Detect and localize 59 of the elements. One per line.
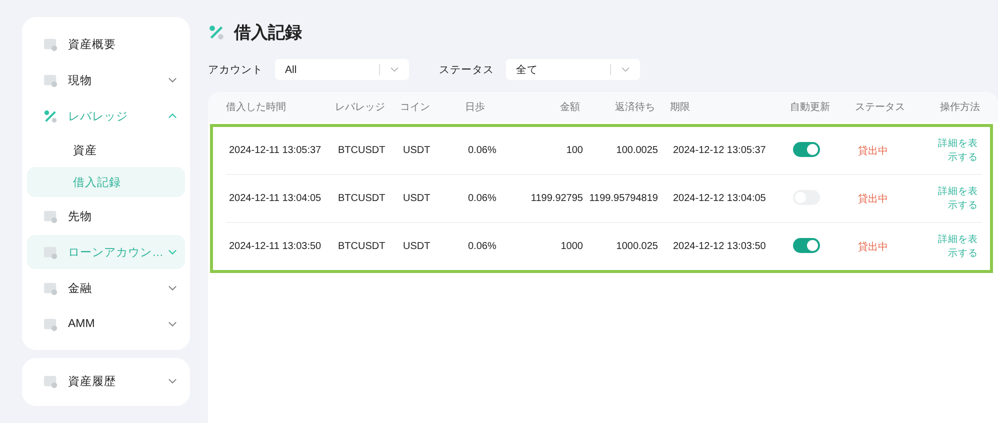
filter-dropdown[interactable]: All: [275, 59, 409, 80]
table-cell-text: 1199.92795: [530, 193, 583, 204]
table-cell-text: USDT: [403, 145, 432, 156]
menu-item-icon: [43, 36, 58, 52]
table-cell-text: USDT: [403, 193, 432, 204]
menu-item-icon: [43, 280, 58, 296]
filter-label: アカウント: [208, 62, 263, 76]
table-cell-text: 100.0025: [615, 145, 658, 156]
table-cell-text: 2024-12-11 13:03:50: [228, 241, 322, 252]
menu-item-icon: [43, 244, 58, 260]
status-text: 貸出中: [858, 192, 889, 206]
menu-item-icon: [43, 374, 58, 388]
chevron-icon: [621, 67, 630, 72]
menu-item-icon: [43, 316, 58, 332]
table-cell-text: 2024-12-12 13:04:05: [672, 193, 767, 204]
chevron-icon: [390, 67, 399, 72]
table-cell-text: BTCUSDT: [338, 241, 386, 252]
column-header: 借入した時間: [225, 100, 287, 114]
table-cell-text: 0.06%: [468, 193, 498, 204]
filter-dropdown[interactable]: 全て: [506, 59, 640, 80]
page-title: 借入記録: [234, 22, 302, 44]
column-header: 自動更新: [790, 100, 831, 114]
percent-icon: [208, 24, 225, 40]
table-cell-text: 1199.95794819: [588, 193, 658, 204]
column-header: 日歩: [465, 100, 486, 114]
sidebar-item[interactable]: AMM: [27, 307, 185, 341]
table-cell-text: 100: [565, 145, 583, 156]
menu-item-icon: [43, 72, 58, 88]
table-cell-text: USDT: [403, 241, 432, 252]
column-header: コイン: [400, 101, 431, 114]
percent-icon: [43, 108, 58, 124]
table-cell-text: BTCUSDT: [338, 145, 386, 156]
toggle-switch[interactable]: [793, 238, 820, 252]
column-header: 返済待ち: [614, 100, 655, 114]
sidebar-item[interactable]: 金融: [27, 271, 185, 305]
table-cell-text: 0.06%: [468, 145, 498, 156]
filter-label: ステータス: [439, 62, 494, 76]
column-header: ステータス: [855, 101, 906, 114]
menu-item-icon: [43, 208, 58, 224]
status-text: 貸出中: [858, 144, 889, 158]
sidebar-subitem[interactable]: 資産: [27, 135, 185, 165]
table-cell-text: 1000: [560, 241, 583, 252]
table-cell-text: 0.06%: [468, 241, 498, 252]
table-cell-text: 2024-12-12 13:05:37: [672, 145, 767, 156]
column-header: 金額: [559, 100, 580, 114]
sidebar-item[interactable]: 資産概要: [27, 27, 185, 61]
table-cell-text: 2024-12-12 13:03:50: [672, 241, 767, 252]
table-cell-text: 1000.025: [615, 241, 658, 252]
column-header: 期限: [669, 100, 691, 114]
sidebar-item[interactable]: 先物: [27, 199, 185, 233]
column-header: レバレッジ: [335, 101, 386, 114]
sidebar-item[interactable]: 現物: [27, 63, 185, 97]
column-header: 操作方法: [939, 100, 980, 114]
toggle-switch[interactable]: [793, 142, 820, 156]
table-cell-text: 2024-12-11 13:04:05: [228, 193, 322, 204]
status-text: 貸出中: [858, 240, 889, 254]
sidebar-item[interactable]: 資産履歴: [27, 364, 185, 398]
table-cell-text: BTCUSDT: [338, 193, 386, 204]
table-cell-text: 2024-12-11 13:05:37: [228, 145, 322, 156]
